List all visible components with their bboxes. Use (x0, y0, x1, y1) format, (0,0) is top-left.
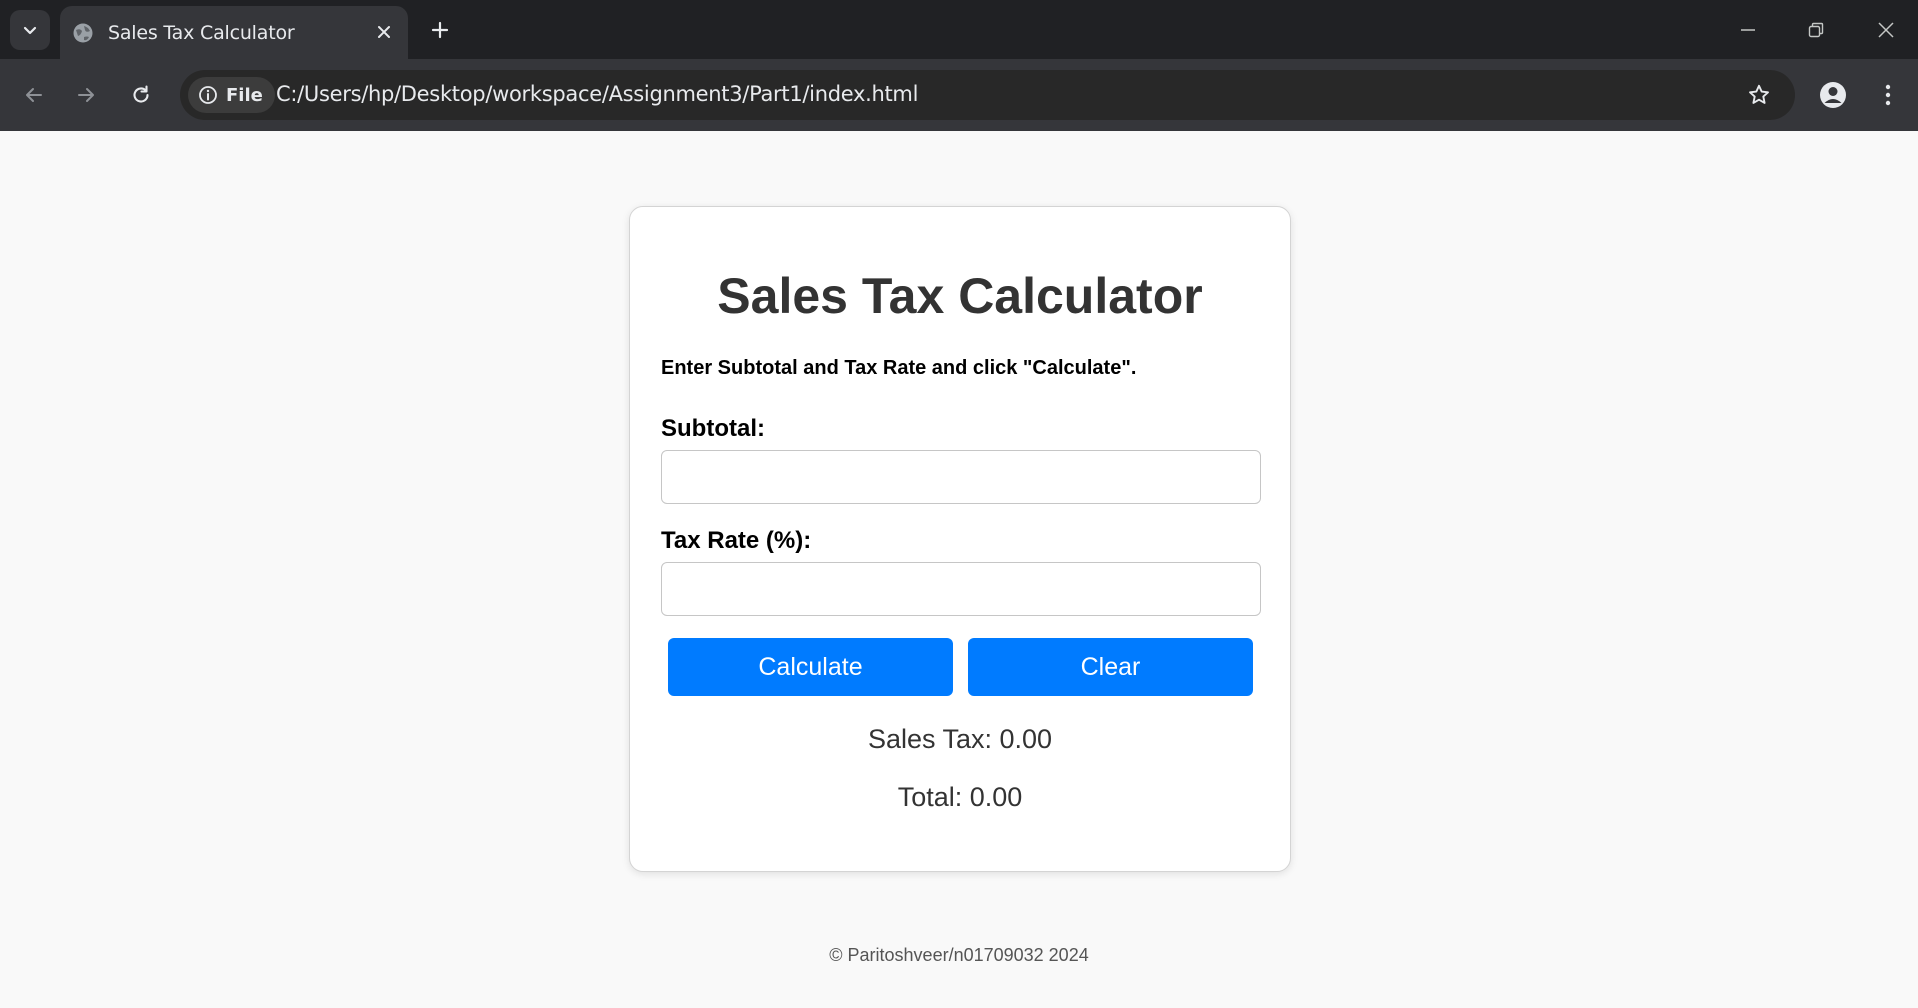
subtotal-input[interactable] (661, 450, 1261, 504)
globe-icon (72, 22, 94, 44)
reload-icon (133, 85, 149, 103)
calculate-button[interactable]: Calculate (668, 638, 953, 696)
restore-window-button[interactable] (1794, 10, 1838, 50)
profile-button[interactable] (1814, 76, 1852, 114)
browser-menu-button[interactable] (1870, 76, 1906, 114)
browser-tab-bar: Sales Tax Calculator (0, 0, 1918, 59)
page-content: Sales Tax Calculator Enter Subtotal and … (0, 131, 1918, 1008)
minimize-icon (1741, 29, 1755, 31)
arrow-left-icon (26, 88, 42, 102)
address-bar[interactable]: File C:/Users/hp/Desktop/workspace/Assig… (180, 70, 1795, 120)
restore-icon (1808, 22, 1824, 38)
close-icon (1878, 22, 1894, 38)
close-window-button[interactable] (1864, 10, 1908, 50)
page-title: Sales Tax Calculator (717, 268, 1203, 324)
instructions-text: Enter Subtotal and Tax Rate and click "C… (661, 357, 1137, 379)
minimize-window-button[interactable] (1726, 10, 1770, 50)
info-icon (199, 86, 217, 104)
more-vertical-icon (1885, 84, 1891, 106)
close-tab-icon[interactable] (370, 18, 398, 46)
arrow-right-icon (78, 88, 94, 102)
tab-title: Sales Tax Calculator (108, 21, 295, 44)
browser-toolbar: File C:/Users/hp/Desktop/workspace/Assig… (0, 59, 1918, 131)
site-info-chip[interactable]: File (188, 77, 275, 113)
sales-tax-result: Sales Tax: 0.00 (867, 724, 1053, 754)
profile-icon (1820, 82, 1846, 108)
plus-icon (431, 21, 449, 39)
reload-button[interactable] (121, 75, 161, 115)
tab-search-button[interactable] (10, 10, 50, 50)
back-button[interactable] (14, 75, 54, 115)
footer-text: © Paritoshveer/n01709032 2024 (829, 945, 1089, 965)
forward-button[interactable] (66, 75, 106, 115)
tax-rate-label: Tax Rate (%): (661, 527, 812, 554)
bookmark-star-icon[interactable] (1745, 81, 1773, 109)
chevron-down-icon (23, 26, 37, 35)
total-result: Total: 0.00 (897, 782, 1023, 812)
clear-button[interactable]: Clear (968, 638, 1253, 696)
site-chip-label: File (226, 84, 263, 106)
subtotal-label: Subtotal: (661, 415, 765, 442)
browser-tab[interactable]: Sales Tax Calculator (60, 6, 408, 59)
tax-rate-input[interactable] (661, 562, 1261, 616)
calculator-card: Sales Tax Calculator Enter Subtotal and … (629, 206, 1291, 872)
url-text[interactable]: C:/Users/hp/Desktop/workspace/Assignment… (276, 82, 918, 106)
new-tab-button[interactable] (423, 13, 457, 47)
